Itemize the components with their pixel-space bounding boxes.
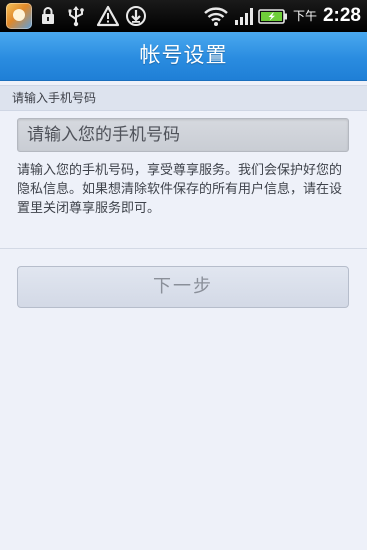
download-icon xyxy=(124,5,148,27)
usb-icon xyxy=(66,5,86,27)
status-bar: 下午 2:28 xyxy=(0,0,367,32)
app-notification-icon[interactable] xyxy=(6,3,32,29)
privacy-description: 请输入您的手机号码，享受尊享服务。我们会保护好您的隐私信息。如果想清除软件保存的… xyxy=(17,163,343,216)
warning-icon xyxy=(96,5,120,27)
lock-icon xyxy=(39,5,57,27)
page-title: 帐号设置 xyxy=(139,43,228,67)
next-step-button[interactable]: 下一步 xyxy=(17,266,349,308)
status-ampm: 下午 xyxy=(293,9,318,23)
battery-charging-icon xyxy=(258,5,288,27)
divider xyxy=(0,248,367,249)
signal-icon xyxy=(234,5,256,27)
wifi-icon xyxy=(203,5,229,27)
section-header: 请输入手机号码 xyxy=(0,85,367,111)
phone-number-input[interactable] xyxy=(17,118,349,152)
title-bar: 帐号设置 xyxy=(0,32,367,81)
section-header-label: 请输入手机号码 xyxy=(12,91,97,105)
status-time: 2:28 xyxy=(322,5,361,26)
